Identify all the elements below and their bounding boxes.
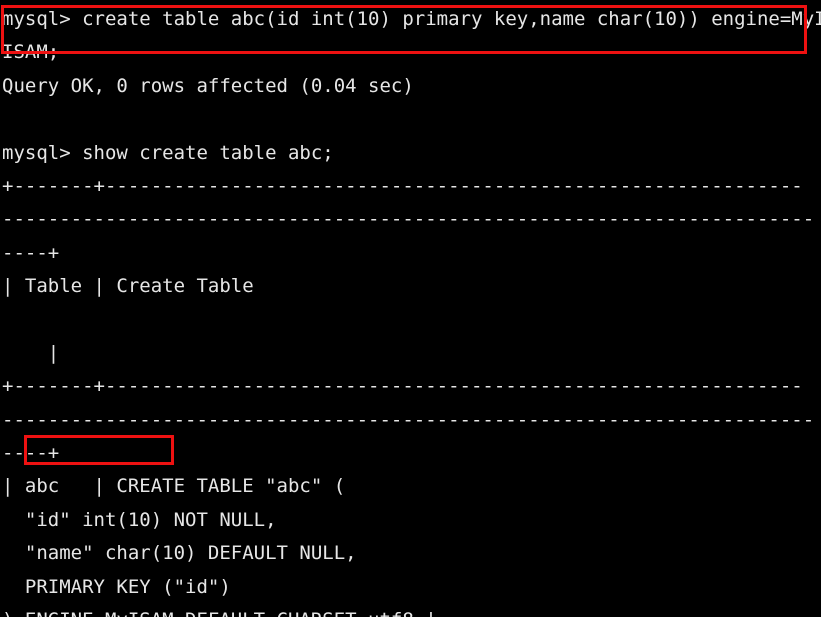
terminal-line-table-header-row-wrap-1 [2,304,819,337]
line-text: "id" int(10) NOT NULL, [2,508,277,531]
terminal-line-ddl-primary-key: PRIMARY KEY ("id") [2,571,819,604]
line-text: ISAM; [2,41,60,64]
line-text: +-------+-------------------------------… [2,174,803,197]
terminal-line-command-create-table: mysql> create table abc(id int(10) prima… [2,3,821,36]
terminal-line-table-border-mid-wrap-2: ----+ [2,437,819,470]
terminal-line-table-border-mid: +-------+-------------------------------… [2,370,819,403]
line-text: mysql> create table abc(id int(10) prima… [2,8,821,30]
line-text: ----+ [2,241,60,264]
line-text: ----------------------------------------… [2,408,815,431]
terminal-line-table-border-top: +-------+-------------------------------… [2,170,819,203]
terminal-line-command-create-table-wrap: ISAM; [2,36,819,69]
terminal-line-ddl-engine-options: ) ENGINE=MyISAM DEFAULT CHARSET=utf8 | [2,604,819,617]
terminal-line-table-border-top-wrap-1: ----------------------------------------… [2,203,819,236]
line-text: Query OK, 0 rows affected (0.04 sec) [2,74,414,97]
terminal-line-command-show-create-table: mysql> show create table abc; [2,137,819,170]
line-text: | [2,341,60,364]
terminal-window[interactable]: mysql> create table abc(id int(10) prima… [0,0,821,617]
terminal-line-ddl-column-id: "id" int(10) NOT NULL, [2,504,819,537]
line-text: | abc | CREATE TABLE "abc" ( [2,475,346,498]
terminal-screen[interactable]: mysql> create table abc(id int(10) prima… [2,3,821,617]
terminal-line-table-data-row: | abc | CREATE TABLE "abc" ( [2,470,819,503]
terminal-line-table-header-row-wrap-2: | [2,337,819,370]
line-text: PRIMARY KEY ("id") [2,575,231,598]
line-text: | Table | Create Table [2,275,254,298]
line-text: ----------------------------------------… [2,208,815,231]
line-text: ----+ [2,442,60,465]
line-text: "name" char(10) DEFAULT NULL, [2,542,357,565]
line-text: ) ENGINE=MyISAM DEFAULT CHARSET=utf8 | [2,609,437,617]
terminal-line-table-border-top-wrap-2: ----+ [2,237,819,270]
terminal-line-table-header-row: | Table | Create Table [2,270,819,303]
terminal-line-ddl-column-name: "name" char(10) DEFAULT NULL, [2,537,819,570]
line-text: mysql> show create table abc; [2,141,334,164]
line-text: +-------+-------------------------------… [2,375,803,398]
terminal-line-result-query-ok: Query OK, 0 rows affected (0.04 sec) [2,70,819,103]
terminal-line-table-border-mid-wrap-1: ----------------------------------------… [2,404,819,437]
